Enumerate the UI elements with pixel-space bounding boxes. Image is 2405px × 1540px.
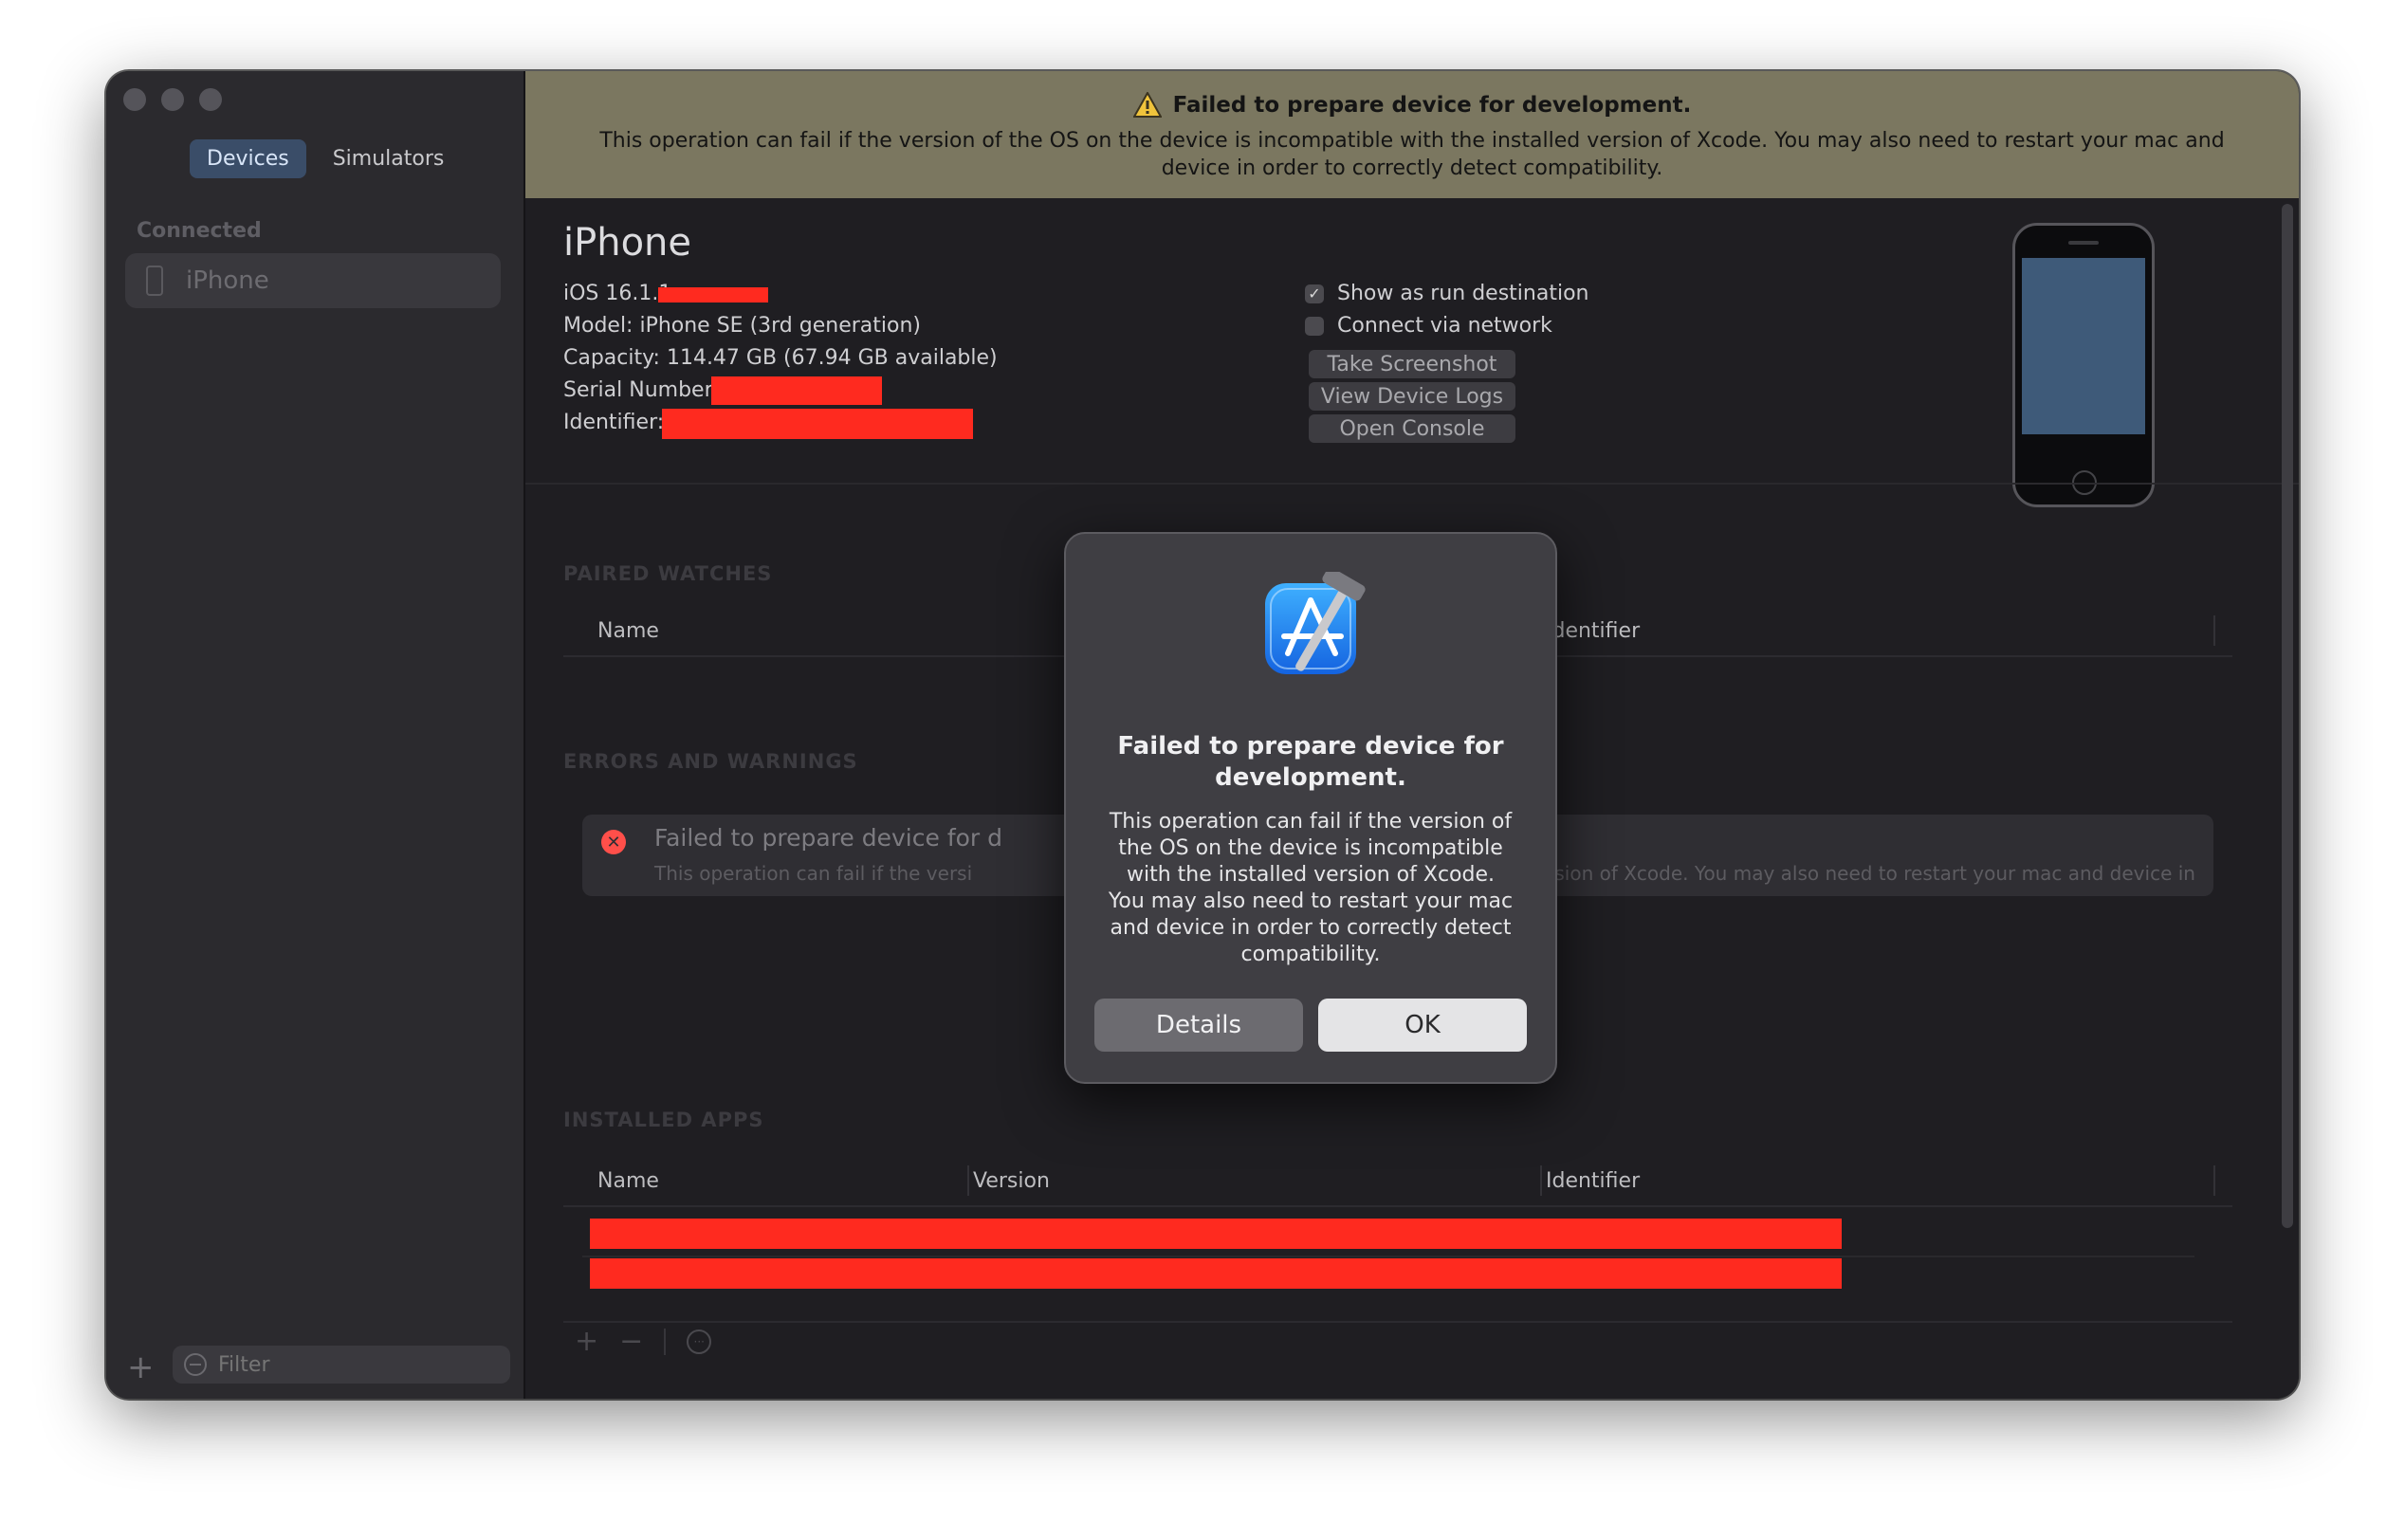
section-divider bbox=[525, 483, 2299, 485]
open-console-button[interactable]: Open Console bbox=[1309, 414, 1515, 443]
table-row-redacted[interactable] bbox=[590, 1258, 1842, 1289]
more-options-icon[interactable]: ··· bbox=[687, 1329, 712, 1354]
sidebar-footer: + bbox=[106, 1346, 523, 1391]
column-identifier[interactable]: Identifier bbox=[1546, 1169, 1640, 1193]
banner-title: Failed to prepare device for development… bbox=[1172, 92, 1692, 118]
alert-dialog: Failed to prepare device for development… bbox=[1064, 532, 1557, 1084]
error-banner: Failed to prepare device for development… bbox=[525, 71, 2299, 198]
paired-watches-section-label: PAIRED WATCHES bbox=[563, 562, 773, 585]
filter-icon bbox=[184, 1353, 207, 1376]
column-name[interactable]: Name bbox=[597, 1169, 659, 1193]
view-device-logs-button[interactable]: View Device Logs bbox=[1309, 382, 1515, 411]
show-as-run-destination-label: Show as run destination bbox=[1337, 282, 1589, 305]
column-separator bbox=[967, 1165, 969, 1196]
sidebar: Devices Simulators Connected iPhone + bbox=[106, 71, 525, 1399]
close-window-button[interactable] bbox=[123, 88, 146, 111]
redaction-serial bbox=[711, 376, 882, 405]
sidebar-section-connected: Connected bbox=[137, 219, 262, 243]
device-name: iPhone bbox=[563, 221, 692, 265]
column-separator bbox=[1540, 1165, 1542, 1196]
details-button[interactable]: Details bbox=[1094, 999, 1303, 1052]
error-message-left: This operation can fail if the versi bbox=[654, 862, 973, 885]
iphone-icon bbox=[146, 266, 163, 296]
installed-apps-section-label: INSTALLED APPS bbox=[563, 1109, 764, 1131]
device-ios-version: iOS 16.1.1 bbox=[563, 282, 672, 305]
ok-button[interactable]: OK bbox=[1318, 999, 1527, 1052]
tab-simulators[interactable]: Simulators bbox=[316, 139, 462, 178]
installed-apps-table-header: Name Version Identifier bbox=[563, 1158, 2232, 1207]
vertical-scrollbar[interactable] bbox=[2282, 204, 2293, 1228]
column-name[interactable]: Name bbox=[597, 619, 659, 643]
devices-simulators-segmented-control: Devices Simulators bbox=[190, 139, 461, 178]
column-separator bbox=[2213, 615, 2215, 646]
error-title: Failed to prepare device for d bbox=[654, 824, 1003, 852]
device-identifier-label: Identifier: bbox=[563, 411, 665, 434]
row-divider bbox=[582, 1256, 2194, 1257]
add-device-button[interactable]: + bbox=[127, 1351, 155, 1384]
banner-title-row: Failed to prepare device for development… bbox=[525, 92, 2299, 118]
warning-triangle-icon bbox=[1132, 92, 1162, 118]
sidebar-item-label: iPhone bbox=[186, 266, 269, 295]
error-x-icon: ✕ bbox=[601, 830, 626, 854]
sidebar-item-iphone[interactable]: iPhone bbox=[125, 253, 501, 308]
zoom-window-button[interactable] bbox=[199, 88, 222, 111]
column-version[interactable]: Version bbox=[973, 1169, 1050, 1193]
column-separator bbox=[2213, 1165, 2215, 1196]
iphone-device-image bbox=[2012, 223, 2155, 507]
redaction-build bbox=[658, 287, 768, 302]
apps-table-toolbar: + − ··· bbox=[575, 1325, 712, 1358]
table-row-redacted[interactable] bbox=[590, 1219, 1842, 1249]
device-capacity: Capacity: 114.47 GB (67.94 GB available) bbox=[563, 346, 998, 370]
device-serial-label: Serial Number: bbox=[563, 378, 720, 402]
add-app-button[interactable]: + bbox=[575, 1325, 598, 1358]
window-controls bbox=[123, 88, 222, 111]
redaction-identifier bbox=[662, 409, 973, 439]
take-screenshot-button[interactable]: Take Screenshot bbox=[1309, 350, 1515, 378]
error-message-right: stalled version of Xcode. You may also n… bbox=[1455, 862, 2195, 908]
apps-table-footer-divider bbox=[563, 1321, 2232, 1323]
show-as-run-destination-row[interactable]: ✓ Show as run destination bbox=[1305, 282, 1588, 305]
errors-section-label: ERRORS AND WARNINGS bbox=[563, 750, 858, 773]
remove-app-button[interactable]: − bbox=[619, 1325, 643, 1358]
tab-devices[interactable]: Devices bbox=[190, 139, 306, 178]
device-model: Model: iPhone SE (3rd generation) bbox=[563, 314, 921, 338]
xcode-app-icon bbox=[1265, 572, 1366, 674]
alert-message: This operation can fail if the version o… bbox=[1108, 810, 1514, 966]
alert-title: Failed to prepare device for development… bbox=[1117, 732, 1504, 792]
banner-message: This operation can fail if the version o… bbox=[599, 129, 2225, 180]
toolbar-separator bbox=[664, 1328, 667, 1355]
filter-field bbox=[173, 1346, 510, 1384]
connect-via-network-row[interactable]: Connect via network bbox=[1305, 314, 1552, 338]
show-as-run-destination-checkbox[interactable]: ✓ bbox=[1305, 284, 1324, 303]
filter-input[interactable] bbox=[216, 1351, 486, 1378]
connect-via-network-checkbox[interactable] bbox=[1305, 316, 1324, 336]
minimize-window-button[interactable] bbox=[161, 88, 184, 111]
phone-speaker bbox=[2068, 241, 2099, 245]
column-identifier[interactable]: Identifier bbox=[1546, 619, 1640, 643]
phone-screen bbox=[2022, 258, 2145, 434]
connect-via-network-label: Connect via network bbox=[1337, 314, 1552, 338]
xcode-devices-window: Devices Simulators Connected iPhone + Fi… bbox=[106, 71, 2299, 1399]
